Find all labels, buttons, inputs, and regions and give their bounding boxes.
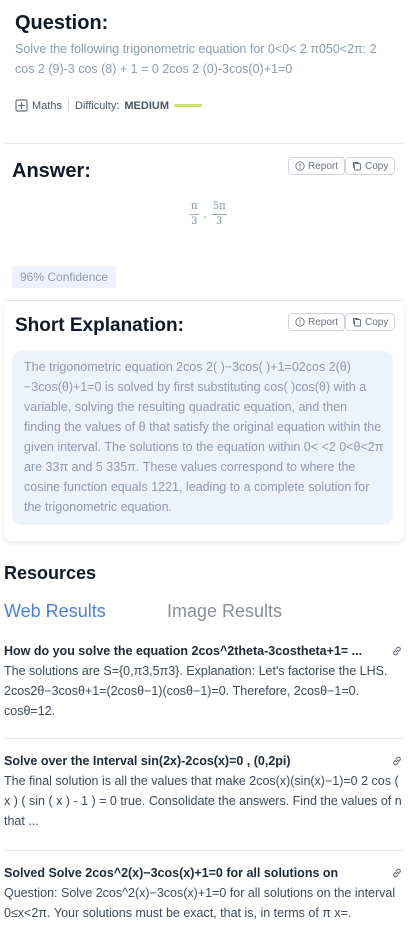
result-item[interactable]: Solve over the Interval sin(2x)-2cos(x)=… [4,752,408,831]
result-item[interactable]: How do you solve the equation 2cos^2thet… [4,642,408,721]
result-title[interactable]: How do you solve the equation 2cos^2thet… [4,642,374,660]
question-card: Question: Solve the following trigonomet… [4,0,404,143]
report-icon [295,317,305,327]
link-icon[interactable] [391,644,403,662]
result-title[interactable]: Solve over the Interval sin(2x)-2cos(x)=… [4,752,374,770]
explanation-report-button[interactable]: Report [288,313,346,331]
meta-divider [67,99,69,112]
subject-label: Maths [32,99,62,112]
subject-icon [15,99,28,112]
difficulty-bar [174,104,202,107]
copy-icon [353,162,361,171]
answer-separator: , [203,209,207,220]
report-label: Report [308,316,339,328]
link-icon[interactable] [391,754,403,772]
copy-button[interactable]: Copy [345,157,396,175]
answer-card: Answer: Report Copy π 3 , 5π 3 96% Confi… [4,143,404,300]
question-heading: Question: [15,12,109,34]
result-snippet: Question: Solve 2cos^2(x)−3cos(x)+1=0 fo… [4,886,396,920]
result-item[interactable]: Solved Solve 2cos^2(x)−3cos(x)+1=0 for a… [4,864,408,923]
result-divider [4,738,404,739]
tab-web-results[interactable]: Web Results [4,601,106,622]
difficulty-value: MEDIUM [124,99,169,112]
result-divider [4,850,404,851]
resources-heading: Resources [4,563,97,583]
explanation-heading: Short Explanation: [15,315,184,336]
explanation-card: Short Explanation: Report Copy The trigo… [4,300,404,541]
report-button[interactable]: Report [288,157,346,175]
difficulty-label: Difficulty: [74,99,120,112]
answer-fraction-2: 5π 3 [211,201,227,227]
answer-heading: Answer: [12,160,91,182]
question-text: Solve the following trigonometric equati… [15,42,377,76]
result-snippet: The solutions are S={0,π3,5π3}. Explanat… [4,664,388,718]
explanation-text: The trigonometric equation 2cos 2( )−3co… [12,351,393,525]
report-icon [295,161,305,171]
copy-label: Copy [365,160,389,172]
copy-icon [353,318,361,327]
link-icon[interactable] [391,866,403,884]
result-snippet: The final solution is all the values tha… [4,774,402,828]
question-meta: Maths Difficulty: MEDIUM [15,99,202,112]
result-title[interactable]: Solved Solve 2cos^2(x)−3cos(x)+1=0 for a… [4,864,374,882]
confidence-badge: 96% Confidence [12,266,117,288]
answer-fraction-1: π 3 [190,201,199,227]
explanation-copy-button[interactable]: Copy [345,313,396,331]
tab-image-results[interactable]: Image Results [167,601,282,622]
copy-label: Copy [365,316,389,328]
answer-math: π 3 , 5π 3 [190,201,227,228]
report-label: Report [308,160,339,172]
